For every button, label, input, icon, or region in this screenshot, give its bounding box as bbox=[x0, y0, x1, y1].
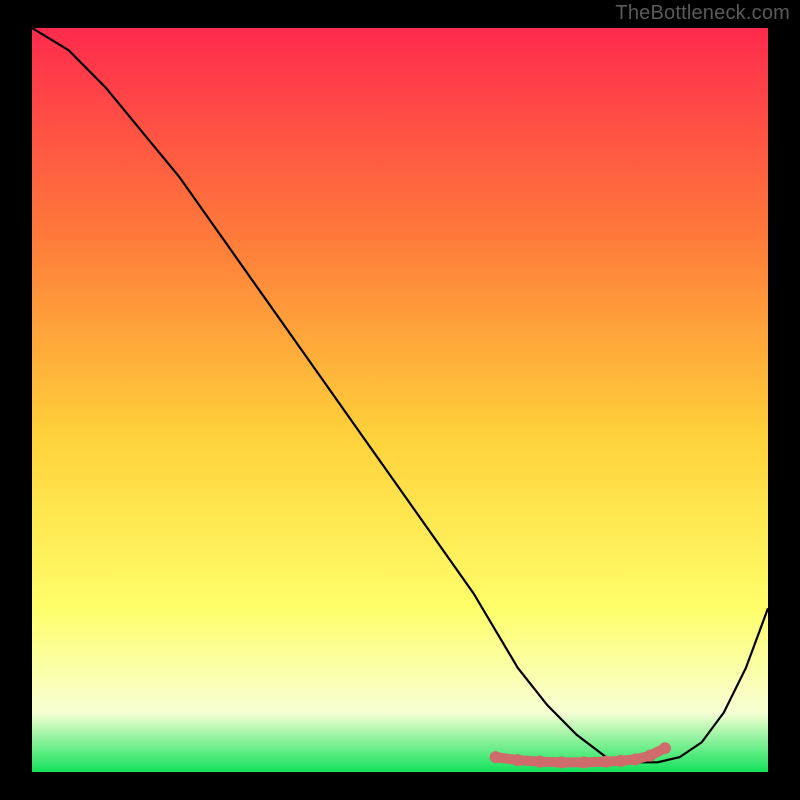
chart-plot-area bbox=[32, 28, 768, 772]
chart-frame: TheBottleneck.com bbox=[0, 0, 800, 800]
highlight-dot bbox=[615, 755, 627, 767]
highlight-dot bbox=[534, 756, 546, 768]
highlight-dot bbox=[512, 754, 524, 766]
watermark-text: TheBottleneck.com bbox=[615, 2, 790, 25]
chart-svg bbox=[32, 28, 768, 772]
highlight-dot bbox=[556, 756, 568, 768]
highlight-dot bbox=[490, 751, 502, 763]
gradient-background bbox=[32, 28, 768, 772]
highlight-dot bbox=[659, 742, 671, 754]
highlight-dot bbox=[578, 756, 590, 768]
highlight-dot bbox=[644, 750, 656, 762]
highlight-dot bbox=[600, 756, 612, 768]
highlight-dot bbox=[630, 753, 642, 765]
